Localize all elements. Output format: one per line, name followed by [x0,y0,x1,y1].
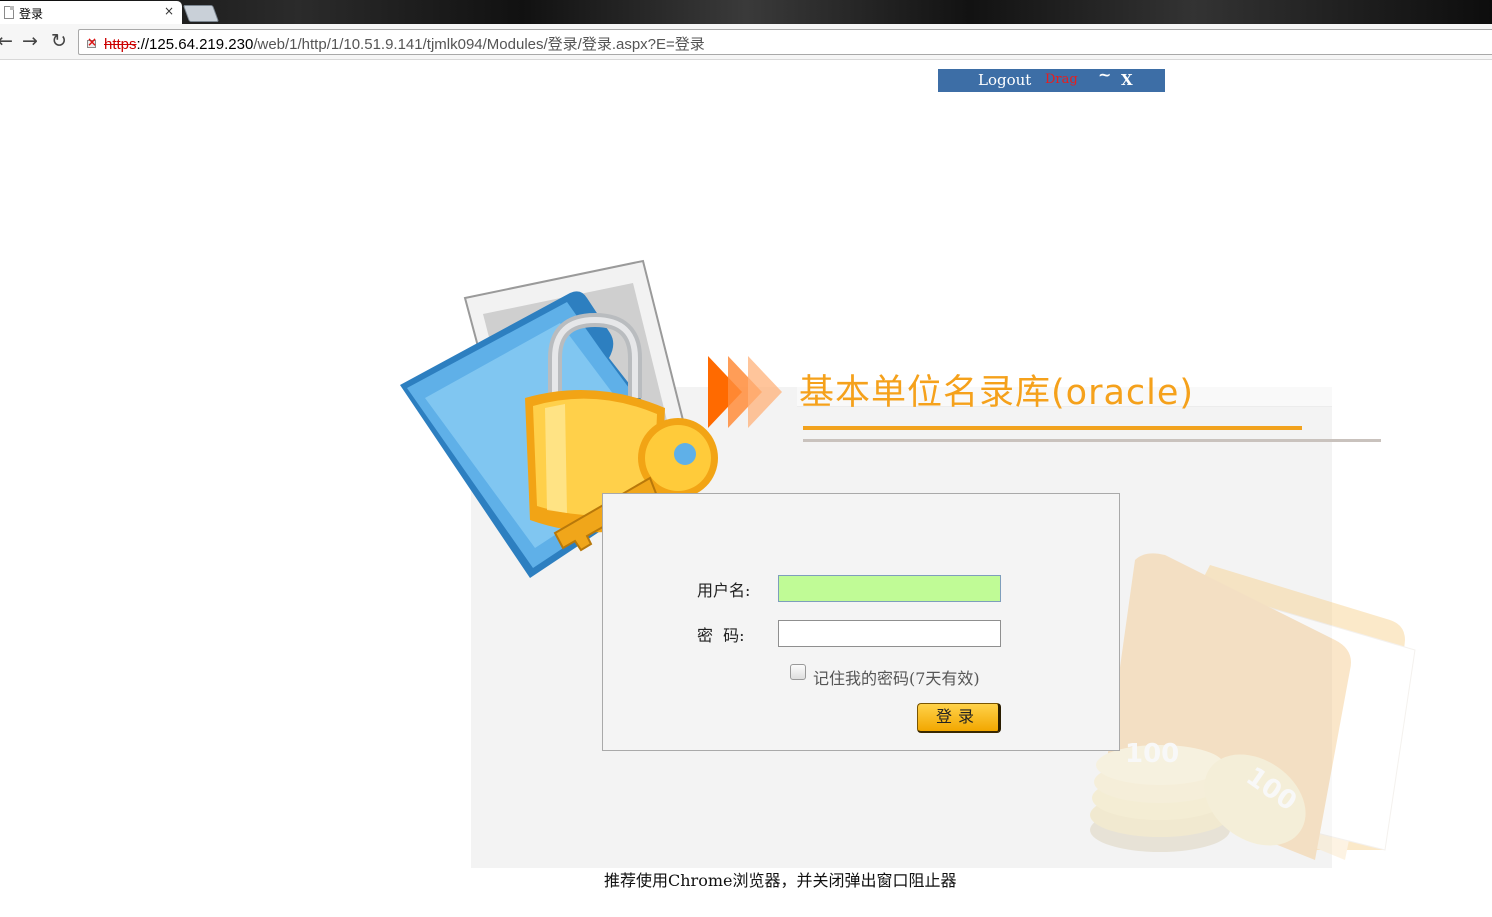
url-scheme: https [104,36,137,53]
svg-text:100: 100 [1125,739,1179,769]
remember-password-label: 记住我的密码(7天有效) [813,669,980,688]
tab-close-icon[interactable]: × [164,4,174,18]
url-host: ://125.64.219.230 [136,36,254,53]
username-input[interactable] [778,575,1001,602]
tab-strip: 登录 × [0,0,1492,25]
title-underline-gray [803,439,1381,442]
tab-title: 登录 [19,7,44,21]
new-tab-button[interactable] [182,5,220,22]
password-input[interactable] [778,620,1001,647]
folder-coins-illustration: 100 100 [1090,553,1416,860]
page-icon [4,6,14,19]
browser-tab[interactable]: 登录 × [0,1,182,25]
browser-recommendation-text: 推荐使用Chrome浏览器，并关闭弹出窗口阻止器 [604,871,957,890]
browser-toolbar: ← → ↻ × https://125.64.219.230/web/1/htt… [0,24,1492,60]
address-bar[interactable]: × https://125.64.219.230/web/1/http/1/10… [78,29,1492,55]
floating-logout-bar: Logout Drag ~ X [938,65,1165,92]
login-button[interactable]: 登录 [917,703,1001,733]
reload-icon[interactable]: ↻ [48,30,70,52]
system-title: 基本单位名录库(oracle) [799,373,1195,413]
broken-lock-icon: × [87,35,98,49]
back-arrow-icon[interactable]: ← [0,30,16,52]
drag-handle[interactable]: Drag [1045,72,1078,87]
close-button[interactable]: X [1121,71,1133,89]
minimize-button[interactable]: ~ [1098,65,1111,84]
logout-link[interactable]: Logout [978,71,1031,89]
remember-password-checkbox[interactable] [790,664,806,680]
password-label: 密 码: [697,626,745,645]
forward-arrow-icon[interactable]: → [19,30,41,52]
url-text[interactable]: https://125.64.219.230/web/1/http/1/10.5… [104,33,705,54]
url-path: /web/1/http/1/10.51.9.141/tjmlk094/Modul… [253,36,705,53]
title-underline-orange [803,426,1302,430]
orange-arrows-icon [708,356,782,428]
username-label: 用户名: [697,581,751,600]
